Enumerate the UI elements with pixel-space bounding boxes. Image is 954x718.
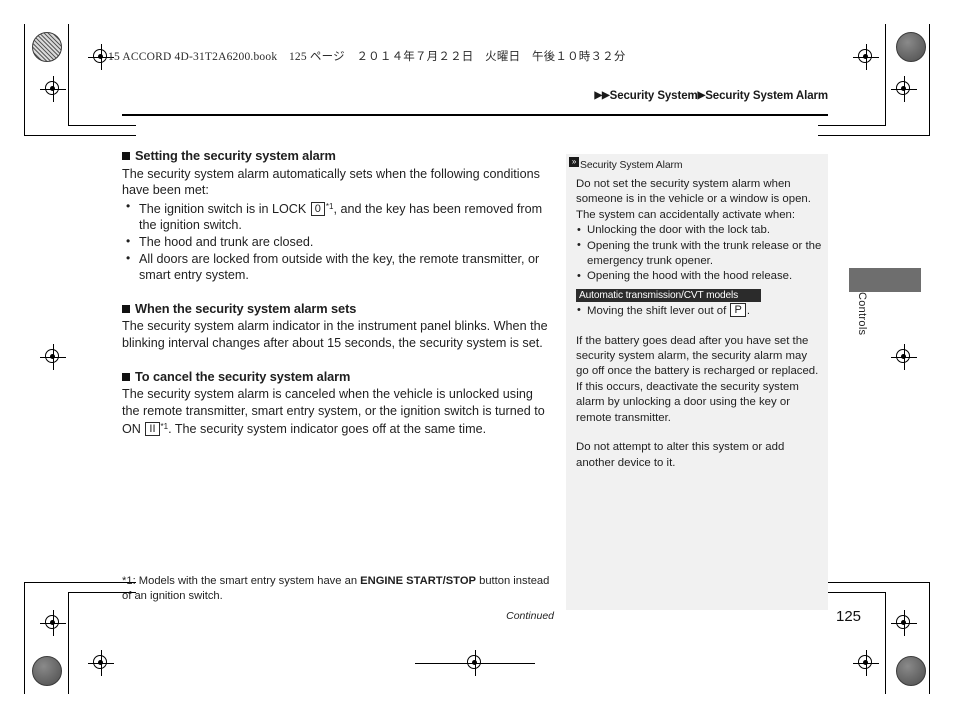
on-position-key: II bbox=[145, 422, 160, 437]
square-bullet-icon bbox=[122, 152, 130, 160]
bullet-text-post: . bbox=[746, 305, 750, 318]
print-file-header: 15 ACCORD 4D-31T2A6200.book 125 ページ ２０１４… bbox=[108, 51, 626, 63]
crop-mark-line bbox=[818, 592, 886, 593]
bullet-text-pre: The ignition switch is in LOCK bbox=[139, 201, 307, 216]
side-panel-title: » Security System Alarm bbox=[569, 157, 683, 171]
page-footnote: *1: Models with the smart entry system h… bbox=[122, 574, 554, 604]
section-setting-alarm: Setting the security system alarm The se… bbox=[122, 148, 552, 284]
list-item: Unlocking the door with the lock tab. bbox=[576, 223, 822, 239]
section-heading: To cancel the security system alarm bbox=[122, 369, 552, 386]
crop-mark-line bbox=[24, 582, 25, 694]
registration-target-icon bbox=[40, 76, 66, 102]
crop-mark-line bbox=[929, 24, 930, 136]
crop-mark-line bbox=[818, 135, 930, 136]
side-paragraph: Do not set the security system alarm whe… bbox=[576, 178, 811, 221]
crop-mark-line bbox=[24, 582, 136, 583]
crop-mark-line bbox=[885, 592, 886, 694]
breadcrumb-level-2[interactable]: Security System Alarm bbox=[705, 90, 828, 102]
registration-target-icon bbox=[853, 44, 879, 70]
list-item: The hood and trunk are closed. bbox=[122, 233, 552, 251]
side-paragraph: If this occurs, deactivate the security … bbox=[576, 380, 799, 424]
registration-target-icon bbox=[853, 650, 879, 676]
section-cancel-alarm: To cancel the security system alarm The … bbox=[122, 369, 552, 438]
crop-mark-line bbox=[68, 24, 69, 126]
continued-label: Continued bbox=[506, 610, 554, 622]
crop-mark-line bbox=[68, 125, 136, 126]
side-panel-body: Do not set the security system alarm whe… bbox=[576, 177, 822, 471]
registration-target-icon bbox=[891, 610, 917, 636]
list-item: Moving the shift lever out of P. bbox=[576, 303, 822, 319]
registration-target-icon bbox=[40, 610, 66, 636]
section-heading-label: To cancel the security system alarm bbox=[135, 368, 351, 384]
list-item: Opening the hood with the hood release. bbox=[576, 269, 822, 285]
registration-target-icon bbox=[88, 650, 114, 676]
breadcrumb: ▶▶Security System▶Security System Alarm bbox=[594, 90, 828, 102]
main-content-column: Setting the security system alarm The se… bbox=[122, 148, 552, 438]
crop-mark-line bbox=[415, 662, 535, 664]
lock-position-key: 0 bbox=[310, 201, 325, 216]
list-item: The ignition switch is in LOCK 0*1, and … bbox=[122, 198, 552, 234]
footnote-text-pre: *1: Models with the smart entry system h… bbox=[122, 575, 361, 587]
section-body-text: The security system alarm indicator in t… bbox=[122, 319, 548, 350]
crop-mark-line bbox=[885, 24, 886, 126]
registration-target-icon bbox=[891, 344, 917, 370]
model-variant-tag: Automatic transmission/CVT models bbox=[576, 288, 761, 302]
list-item: All doors are locked from outside with t… bbox=[122, 250, 552, 284]
density-patch-icon bbox=[896, 32, 926, 62]
square-bullet-icon bbox=[122, 304, 130, 313]
section-heading-label: When the security system alarm sets bbox=[135, 300, 357, 316]
side-panel-title-label: Security System Alarm bbox=[580, 160, 683, 171]
double-arrow-icon: ▶▶ bbox=[594, 90, 610, 101]
body-text-post: . The security system indicator goes off… bbox=[168, 422, 487, 437]
square-bullet-icon bbox=[122, 372, 130, 381]
list-item: Opening the trunk with the trunk release… bbox=[576, 238, 822, 270]
chapter-thumb-tab bbox=[849, 268, 921, 292]
park-position-key: P bbox=[730, 303, 746, 318]
section-heading: Setting the security system alarm bbox=[122, 148, 552, 165]
registration-target-icon bbox=[891, 76, 917, 102]
conditions-list: The ignition switch is in LOCK 0*1, and … bbox=[122, 198, 552, 284]
crop-mark-line bbox=[68, 592, 69, 694]
section-intro-text: The security system alarm automatically … bbox=[122, 166, 540, 198]
page-number: 125 bbox=[836, 608, 862, 625]
density-patch-icon bbox=[32, 32, 62, 62]
section-body-text: The security system alarm is canceled wh… bbox=[122, 386, 552, 438]
side-paragraph: Do not attempt to alter this system or a… bbox=[576, 441, 785, 469]
crop-mark-line bbox=[818, 125, 886, 126]
chapter-thumb-label: Controls bbox=[856, 292, 868, 336]
crop-mark-line bbox=[24, 24, 25, 136]
header-rule bbox=[122, 114, 828, 116]
double-chevron-icon: » bbox=[569, 157, 579, 167]
registration-target-icon bbox=[40, 344, 66, 370]
side-bullet-list-variant: Moving the shift lever out of P. bbox=[576, 303, 822, 319]
crop-mark-line bbox=[24, 135, 136, 136]
bullet-text-pre: Moving the shift lever out of bbox=[587, 305, 727, 318]
crop-mark-line bbox=[818, 582, 930, 583]
footnote-ref: *1 bbox=[160, 422, 169, 432]
crop-mark-line bbox=[929, 582, 930, 694]
section-heading-label: Setting the security system alarm bbox=[135, 148, 336, 163]
section-alarm-sets: When the security system alarm sets The … bbox=[122, 301, 552, 352]
breadcrumb-level-1[interactable]: Security System bbox=[610, 90, 698, 102]
footnote-emphasis: ENGINE START/STOP bbox=[360, 575, 476, 587]
side-note-panel: » Security System Alarm Do not set the se… bbox=[566, 154, 828, 610]
section-heading: When the security system alarm sets bbox=[122, 301, 552, 318]
density-patch-icon bbox=[896, 656, 926, 686]
side-paragraph: If the battery goes dead after you have … bbox=[576, 334, 819, 378]
density-patch-icon bbox=[32, 656, 62, 686]
side-bullet-list: Unlocking the door with the lock tab. Op… bbox=[576, 223, 822, 285]
